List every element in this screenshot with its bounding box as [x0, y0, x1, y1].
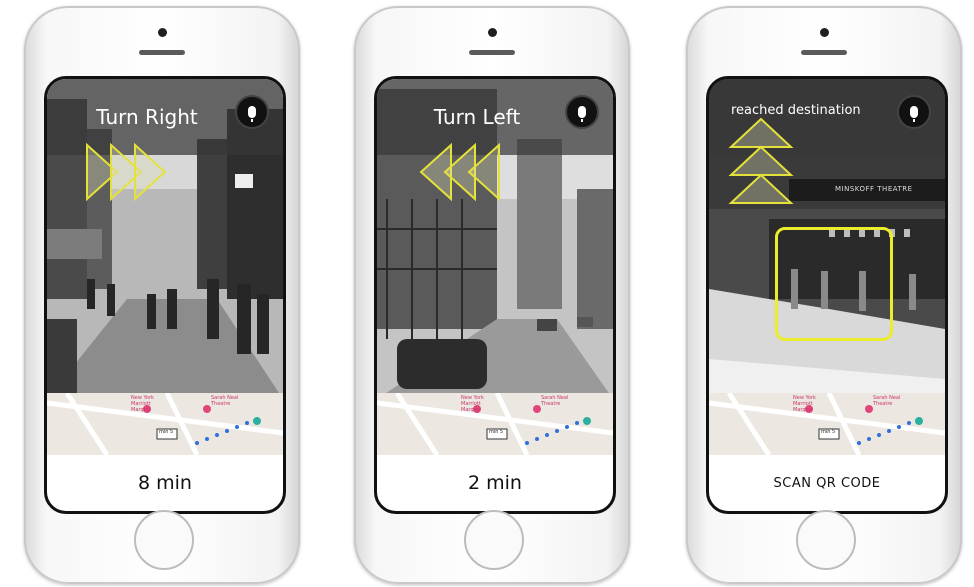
home-button[interactable]: [796, 510, 856, 570]
mini-map[interactable]: min 5 New York Marriott Marquis Sarah Ne…: [377, 393, 613, 455]
forward-arrows: [728, 117, 794, 204]
map-poi-theatre: Sarah Neal Theatre: [541, 395, 569, 407]
map-poi-marriott: New York Marriott Marquis: [131, 395, 154, 413]
map-eta-label: min 5: [159, 429, 174, 435]
map-poi-theatre: Sarah Neal Theatre: [211, 395, 239, 407]
scan-qr-code-button[interactable]: SCAN QR CODE: [709, 455, 945, 511]
camera-dot: [157, 28, 167, 37]
mini-map[interactable]: min 5 New York Marriott Marquis Sarah Ne…: [47, 393, 283, 455]
microphone-button[interactable]: [565, 95, 599, 129]
microphone-icon: [910, 106, 918, 122]
duration-label: 8 min: [47, 455, 283, 511]
map-poi-marriott: New York Marriott Marquis: [461, 395, 484, 413]
phone-turn-left: Turn Left min 5 New York Marriott Marqui…: [354, 6, 630, 584]
turn-right-arrows: [86, 142, 167, 202]
map-poi-marriott: New York Marriott Marquis: [793, 395, 816, 413]
phone-destination: MINSKOFF THEATRE reached destination min…: [686, 6, 962, 584]
map-eta-label: min 5: [489, 429, 504, 435]
microphone-button[interactable]: [235, 95, 269, 129]
home-button[interactable]: [464, 510, 524, 570]
screen: Turn Left min 5 New York Marriott Marqui…: [374, 76, 616, 514]
phone-turn-right: Turn Right min 5 New York Marriott Marqu…: [24, 6, 300, 584]
mini-map[interactable]: min 5 New York Marriott Marquis Sarah Ne…: [709, 393, 945, 455]
camera-dot: [487, 28, 497, 37]
instruction-text: Turn Right: [96, 105, 198, 129]
home-button[interactable]: [134, 510, 194, 570]
instruction-text: Turn Left: [433, 105, 521, 129]
turn-left-arrows: [419, 142, 500, 202]
earpiece: [139, 50, 185, 55]
theatre-sign: MINSKOFF THEATRE: [835, 185, 913, 193]
microphone-button[interactable]: [897, 95, 931, 129]
map-poi-theatre: Sarah Neal Theatre: [873, 395, 901, 407]
earpiece: [469, 50, 515, 55]
screen: MINSKOFF THEATRE reached destination min…: [706, 76, 948, 514]
camera-dot: [819, 28, 829, 37]
screen: Turn Right min 5 New York Marriott Marqu…: [44, 76, 286, 514]
duration-label: 2 min: [377, 455, 613, 511]
earpiece: [801, 50, 847, 55]
microphone-icon: [248, 106, 256, 122]
map-eta-label: min 5: [821, 429, 836, 435]
destination-highlight-box: [775, 227, 893, 341]
microphone-icon: [578, 106, 586, 122]
